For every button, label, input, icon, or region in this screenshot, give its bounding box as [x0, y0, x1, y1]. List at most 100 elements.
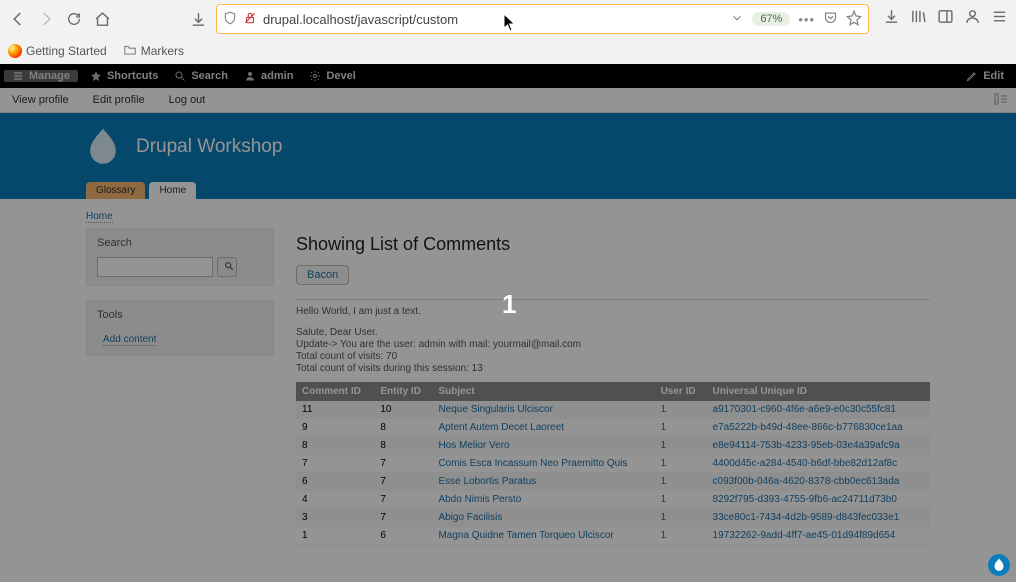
cell-uuid[interactable]: 4400d45c-a284-4540-b6df-bbe82d12af8c [707, 455, 930, 473]
url-dropdown-icon[interactable] [730, 11, 744, 28]
help-orb[interactable] [988, 554, 1010, 576]
session-visits-text: Total count of visits during this sessio… [296, 363, 930, 374]
table-row: 47Abdo Nimis Persto18292f795-d393-4755-9… [296, 491, 930, 509]
breadcrumb-home[interactable]: Home [86, 211, 113, 223]
account-icon[interactable] [964, 8, 981, 30]
th-subj[interactable]: Subject [432, 382, 654, 401]
cell-uid[interactable]: 1 [655, 437, 707, 455]
cell-uid[interactable]: 1 [655, 455, 707, 473]
comments-table: Comment ID Entity ID Subject User ID Uni… [296, 382, 930, 545]
hello-text: Hello World, I am just a text. [296, 306, 930, 317]
cell-uid[interactable]: 1 [655, 419, 707, 437]
cell-cid: 1 [296, 527, 374, 545]
cell-subject[interactable]: Comis Esca Incassum Neo Praemitto Quis [432, 455, 654, 473]
subbar-logout[interactable]: Log out [157, 94, 218, 106]
admin-manage[interactable]: Manage [4, 70, 78, 82]
cell-uid[interactable]: 1 [655, 473, 707, 491]
subbar-view-profile[interactable]: View profile [0, 94, 81, 106]
home-button[interactable] [92, 9, 112, 29]
sidebar-icon[interactable] [937, 8, 954, 30]
hamburger-menu-icon[interactable] [991, 8, 1008, 30]
cell-eid: 7 [374, 473, 432, 491]
table-row: 98Aptent Autem Decet Laoreet1e7a5222b-b4… [296, 419, 930, 437]
downloads-icon[interactable] [883, 8, 900, 30]
cell-uid[interactable]: 1 [655, 401, 707, 419]
tour-step-number: 1 [502, 289, 516, 320]
cell-uid[interactable]: 1 [655, 509, 707, 527]
drupal-admin-toolbar: Manage Shortcuts Search admin Devel Edit [0, 64, 1016, 88]
library-icon[interactable] [910, 8, 927, 30]
th-cid[interactable]: Comment ID [296, 382, 374, 401]
cell-cid: 7 [296, 455, 374, 473]
tab-glossary[interactable]: Glossary [86, 182, 145, 199]
page-actions-icon[interactable]: ••• [798, 12, 815, 27]
pocket-icon[interactable] [823, 10, 838, 28]
cell-subject[interactable]: Magna Quidne Tamen Torqueo Ulciscor [432, 527, 654, 545]
cell-subject[interactable]: Esse Lobortis Paratus [432, 473, 654, 491]
cell-uid[interactable]: 1 [655, 527, 707, 545]
admin-user[interactable]: admin [236, 70, 301, 82]
subbar-orientation-toggle[interactable] [994, 93, 1016, 108]
back-button[interactable] [8, 9, 28, 29]
zoom-badge[interactable]: 67% [752, 12, 790, 26]
url-text: drupal.localhost/javascript/custom [263, 12, 458, 27]
table-row: 77Comis Esca Incassum Neo Praemitto Quis… [296, 455, 930, 473]
cell-uuid[interactable]: e7a5222b-b49d-48ee-866c-b776830ce1aa [707, 419, 930, 437]
cell-cid: 11 [296, 401, 374, 419]
drupal-sub-toolbar: View profile Edit profile Log out [0, 88, 1016, 113]
cell-eid: 7 [374, 455, 432, 473]
table-row: 37Abigo Facilisis133ce80c1-7434-4d2b-958… [296, 509, 930, 527]
cell-uuid[interactable]: a9170301-c960-4f6e-a6e9-e0c30c55fc81 [707, 401, 930, 419]
forward-button[interactable] [36, 9, 56, 29]
table-row: 1110Neque Singularis Ulciscor1a9170301-c… [296, 401, 930, 419]
mouse-cursor-icon [504, 14, 516, 32]
gear-icon [309, 70, 321, 82]
th-eid[interactable]: Entity ID [374, 382, 432, 401]
bookmark-getting-started[interactable]: Getting Started [8, 44, 107, 58]
admin-shortcuts[interactable]: Shortcuts [82, 70, 166, 82]
reload-button[interactable] [64, 9, 84, 29]
total-visits-text: Total count of visits: 70 [296, 351, 930, 362]
table-row: 16Magna Quidne Tamen Torqueo Ulciscor119… [296, 527, 930, 545]
th-uid[interactable]: User ID [655, 382, 707, 401]
admin-edit[interactable]: Edit [958, 70, 1012, 82]
pencil-icon [966, 70, 978, 82]
cell-subject[interactable]: Aptent Autem Decet Laoreet [432, 419, 654, 437]
cell-uid[interactable]: 1 [655, 491, 707, 509]
downloads-tray-icon[interactable] [188, 9, 208, 29]
site-title[interactable]: Drupal Workshop [136, 136, 282, 158]
cell-subject[interactable]: Abdo Nimis Persto [432, 491, 654, 509]
cell-cid: 3 [296, 509, 374, 527]
site-header: Drupal Workshop Glossary Home [0, 113, 1016, 199]
cell-eid: 7 [374, 491, 432, 509]
cell-eid: 8 [374, 437, 432, 455]
sidebar-tools-title: Tools [97, 309, 263, 321]
th-uuid[interactable]: Universal Unique ID [707, 382, 930, 401]
add-content-link[interactable]: Add content [103, 334, 156, 346]
sidebar-search-button[interactable] [217, 257, 237, 277]
tab-home[interactable]: Home [149, 182, 196, 199]
cell-uuid[interactable]: e8e94114-753b-4233-95eb-03e4a39afc9a [707, 437, 930, 455]
cell-uuid[interactable]: 33ce80c1-7434-4d2b-9589-d843fec033e1 [707, 509, 930, 527]
url-bar[interactable]: drupal.localhost/javascript/custom 67% •… [216, 4, 869, 34]
cell-uuid[interactable]: 19732262-9add-4ff7-ae45-01d94f89d654 [707, 527, 930, 545]
cell-uuid[interactable]: c093f00b-046a-4620-8378-cbb0ec613ada [707, 473, 930, 491]
cell-subject[interactable]: Abigo Facilisis [432, 509, 654, 527]
cell-cid: 9 [296, 419, 374, 437]
bookmark-star-icon[interactable] [846, 10, 862, 29]
admin-search[interactable]: Search [166, 70, 236, 82]
user-icon [244, 70, 256, 82]
cell-cid: 4 [296, 491, 374, 509]
cell-cid: 8 [296, 437, 374, 455]
firefox-icon [8, 44, 22, 58]
cell-uuid[interactable]: 8292f795-d393-4755-9fb6-ac24711d73b0 [707, 491, 930, 509]
salute-text: Salute, Dear User. [296, 327, 930, 338]
cell-subject[interactable]: Hos Melior Vero [432, 437, 654, 455]
bacon-button[interactable]: Bacon [296, 265, 349, 285]
bookmark-markers[interactable]: Markers [123, 43, 184, 60]
sidebar-search-block: Search [86, 228, 274, 286]
admin-devel[interactable]: Devel [301, 70, 363, 82]
subbar-edit-profile[interactable]: Edit profile [81, 94, 157, 106]
cell-subject[interactable]: Neque Singularis Ulciscor [432, 401, 654, 419]
sidebar-search-input[interactable] [97, 257, 213, 277]
